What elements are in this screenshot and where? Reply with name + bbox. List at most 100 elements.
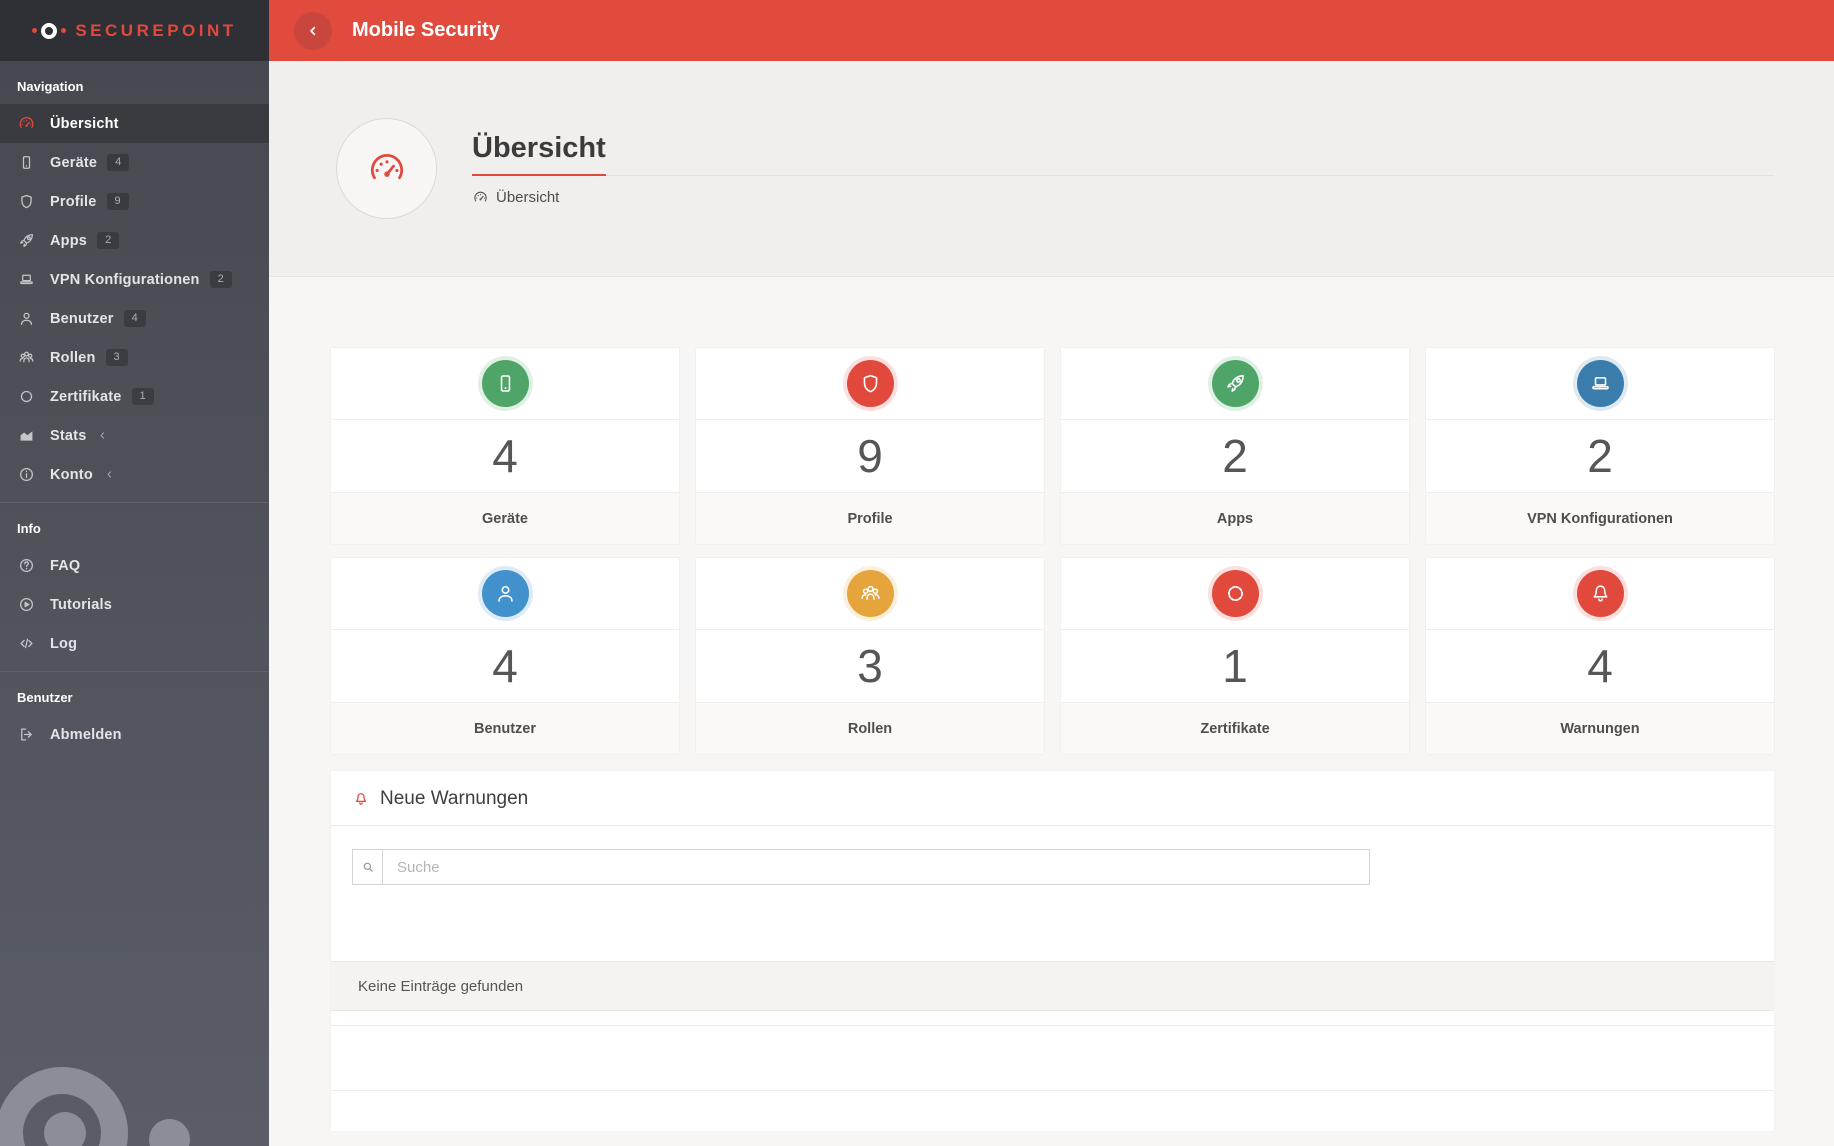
sidebar-nav: Navigation Übersicht Geräte 4 Profile 9 Apps 2 V… [0, 61, 269, 754]
stat-label: Zertifikate [1061, 703, 1409, 754]
code-icon [17, 634, 36, 653]
stat-card-benutzer[interactable]: 4 Benutzer [331, 558, 679, 754]
stat-card-icon-section [331, 348, 679, 420]
chart-icon [17, 426, 36, 445]
topbar-title: Mobile Security [352, 19, 500, 41]
rocket-icon [17, 231, 36, 250]
stat-card-profile[interactable]: 9 Profile [696, 348, 1044, 544]
table-empty-row: Keine Einträge gefunden [331, 961, 1774, 1011]
warnings-table: Keine Einträge gefunden [331, 961, 1774, 1091]
sidebar-item-zertifikate[interactable]: Zertifikate 1 [0, 377, 269, 416]
sidebar-item-label: FAQ [50, 557, 81, 574]
stat-value: 4 [331, 420, 679, 493]
gauge-icon [365, 147, 409, 191]
sidebar-item-abmelden[interactable]: Abmelden [0, 715, 269, 754]
count-badge: 1 [131, 388, 154, 405]
rocket-circle [1211, 360, 1259, 407]
sidebar-item-label: Abmelden [50, 726, 122, 743]
brand-name: SECUREPOINT [75, 20, 237, 40]
stat-card-rollen[interactable]: 3 Rollen [696, 558, 1044, 754]
chevron-left-icon [96, 429, 109, 442]
sidebar-item-gerate[interactable]: Geräte 4 [0, 143, 269, 182]
sidebar-item-label: Profile [50, 193, 97, 210]
certificate-icon [17, 387, 36, 406]
stat-label: Rollen [696, 703, 1044, 754]
search-icon [360, 859, 376, 875]
users-icon [858, 581, 883, 606]
count-badge: 3 [105, 349, 128, 366]
user-circle [481, 570, 529, 617]
count-badge: 2 [97, 232, 120, 249]
stat-card-icon-section [331, 558, 679, 630]
stat-value: 2 [1426, 420, 1774, 493]
stat-card-icon-section [696, 348, 1044, 420]
smartphone-icon [17, 153, 36, 172]
sidebar-item-ubersicht[interactable]: Übersicht [0, 104, 269, 143]
sidebar-item-vpn-konfigurationen[interactable]: VPN Konfigurationen 2 [0, 260, 269, 299]
breadcrumb: Übersicht [472, 189, 1774, 206]
stat-card-warnungen[interactable]: 4 Warnungen [1426, 558, 1774, 754]
stat-value: 9 [696, 420, 1044, 493]
brand-logo[interactable]: SECUREPOINT [0, 0, 269, 61]
nav-section-info: Info FAQ Tutorials Log [0, 502, 269, 663]
stat-card-icon-section [1426, 558, 1774, 630]
play-icon [17, 595, 36, 614]
watermark-logo-ring [0, 1067, 128, 1146]
logout-icon [17, 725, 36, 744]
sidebar-item-log[interactable]: Log [0, 624, 269, 663]
count-badge: 2 [209, 271, 232, 288]
sidebar-item-benutzer[interactable]: Benutzer 4 [0, 299, 269, 338]
count-badge: 9 [106, 193, 129, 210]
stat-card-icon-section [1061, 348, 1409, 420]
bell-circle [1576, 570, 1624, 617]
sidebar-item-label: Benutzer [50, 310, 114, 327]
nav-section-header: Benutzer [17, 690, 73, 705]
chevron-left-icon [103, 468, 116, 481]
bell-icon [1588, 581, 1613, 606]
chevron-left-icon [305, 23, 321, 39]
sidebar-item-tutorials[interactable]: Tutorials [0, 585, 269, 624]
stat-card-gerate[interactable]: 4 Geräte [331, 348, 679, 544]
sidebar-item-label: Zertifikate [50, 388, 122, 405]
sidebar-item-label: Apps [50, 232, 88, 249]
sidebar-item-label: Übersicht [50, 115, 119, 132]
stat-card-apps[interactable]: 2 Apps [1061, 348, 1409, 544]
stat-label: Warnungen [1426, 703, 1774, 754]
stat-card-vpn-konfigurationen[interactable]: 2 VPN Konfigurationen [1426, 348, 1774, 544]
stat-card-icon-section [1061, 558, 1409, 630]
brand-ring-icon [41, 22, 58, 39]
topbar: Mobile Security [269, 0, 1834, 61]
page-title: Übersicht [472, 132, 606, 176]
laptop-icon [1588, 371, 1613, 396]
sidebar-item-apps[interactable]: Apps 2 [0, 221, 269, 260]
info-icon [17, 465, 36, 484]
gauge-icon [17, 114, 36, 133]
laptop-icon [17, 270, 36, 289]
sidebar-item-konto[interactable]: Konto [0, 455, 269, 494]
users-icon [17, 348, 36, 367]
sidebar-item-faq[interactable]: FAQ [0, 546, 269, 585]
nav-section-navigation: Navigation Übersicht Geräte 4 Profile 9 Apps 2 V… [0, 61, 269, 494]
bell-icon [352, 790, 370, 808]
stat-card-zertifikate[interactable]: 1 Zertifikate [1061, 558, 1409, 754]
search-input[interactable] [383, 849, 1370, 885]
stat-label: VPN Konfigurationen [1426, 493, 1774, 544]
back-button[interactable] [294, 11, 332, 50]
sidebar-item-label: VPN Konfigurationen [50, 271, 200, 288]
sidebar-item-label: Rollen [50, 349, 96, 366]
nav-section-header: Info [17, 521, 41, 536]
stat-value: 2 [1061, 420, 1409, 493]
user-icon [493, 581, 518, 606]
page-header: Übersicht Übersicht [269, 61, 1834, 277]
sidebar-item-label: Tutorials [50, 596, 112, 613]
shield-icon [858, 371, 883, 396]
stat-label: Profile [696, 493, 1044, 544]
sidebar-item-profile[interactable]: Profile 9 [0, 182, 269, 221]
sidebar-item-rollen[interactable]: Rollen 3 [0, 338, 269, 377]
stat-card-icon-section [1426, 348, 1774, 420]
stat-card-icon-section [696, 558, 1044, 630]
stat-label: Apps [1061, 493, 1409, 544]
sidebar-item-label: Stats [50, 427, 87, 444]
sidebar-item-stats[interactable]: Stats [0, 416, 269, 455]
stat-value: 3 [696, 630, 1044, 703]
